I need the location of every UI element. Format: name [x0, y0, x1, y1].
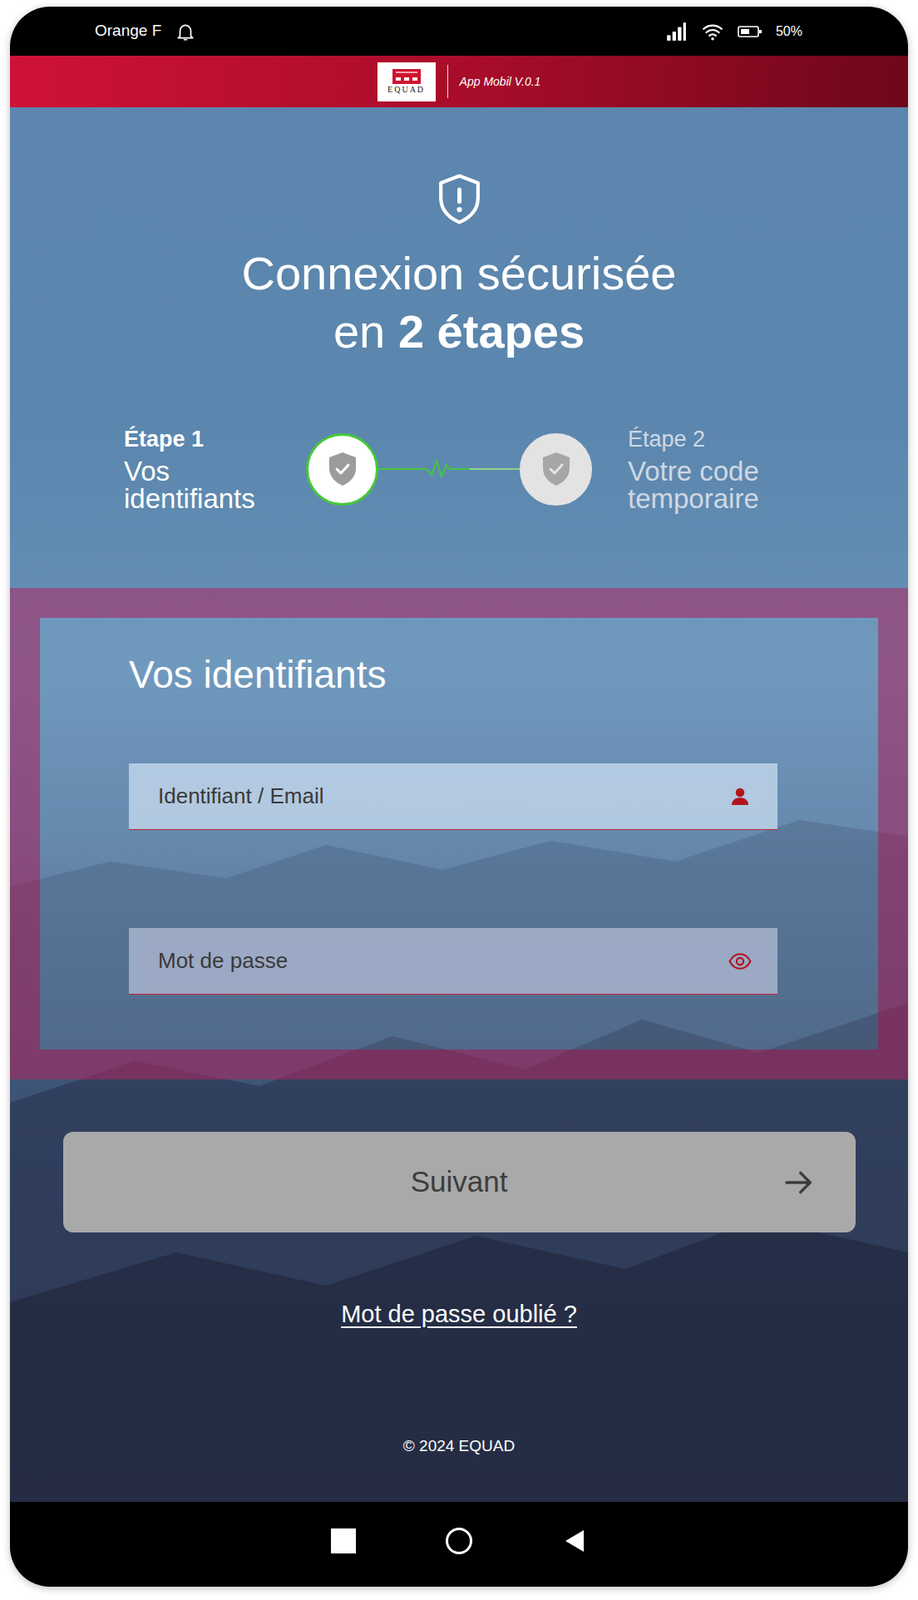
bell-icon	[174, 20, 197, 43]
copyright: © 2024 EQUAD	[403, 1436, 515, 1456]
logo-mark-icon	[392, 69, 421, 84]
credentials-panel: Vos identifiants	[9, 587, 909, 1080]
logo-text: EQUAD	[387, 85, 425, 94]
battery-icon	[737, 24, 763, 39]
eye-icon[interactable]	[727, 948, 753, 974]
steps-indicator: Étape 1 Vos identifiants Étape 2 Votre c…	[123, 423, 795, 515]
page-title: Connexion sécurisée en2 étapes	[241, 244, 677, 361]
title-emphasis: 2 étapes	[398, 305, 585, 358]
step-title: Votre code temporaire	[627, 457, 795, 513]
version-label: App Mobil V.0.1	[459, 73, 542, 91]
step-circle	[519, 433, 593, 506]
next-button[interactable]: Suivant	[63, 1131, 856, 1233]
signal-icon	[664, 20, 688, 43]
title-line: en	[333, 305, 385, 358]
step-number: Étape 2	[627, 425, 795, 453]
carrier-label: Orange F	[94, 19, 162, 44]
password-input[interactable]	[157, 932, 728, 989]
app-header: EQUAD App Mobil V.0.1	[9, 55, 909, 108]
title-line: Connexion sécurisée	[241, 244, 677, 303]
step-label: Étape 1 Vos identifiants	[123, 423, 291, 515]
back-triangle-icon[interactable]	[560, 1526, 589, 1555]
step-number: Étape 1	[123, 425, 291, 453]
password-field	[128, 927, 778, 995]
step-title: Vos identifiants	[123, 457, 291, 513]
recents-square-icon[interactable]	[329, 1526, 358, 1555]
step-label: Étape 2 Votre code temporaire	[627, 423, 795, 515]
field-icon-slot	[727, 784, 753, 810]
step-circle	[306, 433, 379, 506]
form-title: Vos identifiants	[128, 651, 879, 698]
step-connector	[378, 456, 520, 482]
login-screen: Connexion sécurisée en2 étapes Étape 1 V…	[9, 107, 909, 1502]
forgot-password-link[interactable]: Mot de passe oublié ?	[340, 1298, 578, 1329]
shield-alert-icon	[431, 171, 488, 228]
username-input[interactable]	[157, 768, 728, 825]
equad-logo: EQUAD	[377, 62, 436, 102]
shield-check-icon	[325, 450, 360, 488]
system-nav-bar	[9, 1501, 909, 1587]
field-icon-slot	[727, 948, 753, 974]
phone-frame: Orange F 50% EQUAD App Mobil V.0.1	[9, 6, 909, 1587]
arrow-right-icon	[782, 1165, 816, 1200]
user-icon	[727, 784, 753, 810]
header-divider	[447, 64, 449, 99]
wifi-icon	[700, 20, 725, 43]
home-circle-icon[interactable]	[444, 1526, 474, 1555]
shield-check-icon	[539, 450, 573, 488]
next-label: Suivant	[410, 1159, 509, 1205]
status-bar: Orange F 50%	[9, 6, 909, 56]
battery-level: 50%	[775, 21, 803, 42]
username-field	[128, 763, 778, 830]
